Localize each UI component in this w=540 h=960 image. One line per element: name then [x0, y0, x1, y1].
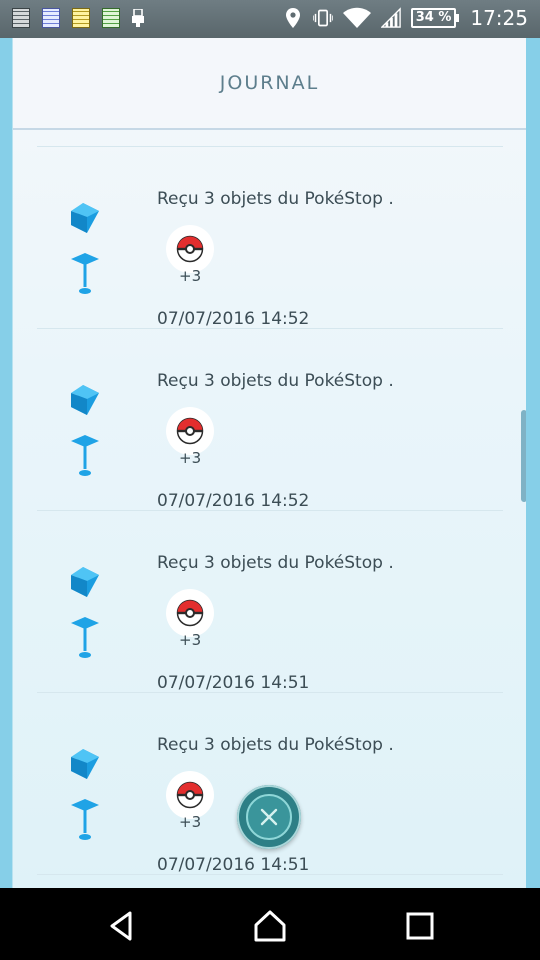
battery-indicator: 34 %: [410, 8, 459, 28]
notification-icons: [12, 8, 144, 28]
entry-message: Reçu 3 objets du PokéStop .: [157, 735, 394, 755]
notes-gray-icon: [12, 8, 30, 28]
list-divider: [37, 874, 503, 875]
item-badge: [166, 225, 214, 273]
item-count: +3: [179, 631, 202, 649]
item-badge: [166, 407, 214, 455]
item-count: +3: [179, 813, 202, 831]
journal-entry: Reçu 3 objets du PokéStop . +3 07/07/201…: [13, 329, 526, 511]
pokeball-icon: [176, 417, 204, 445]
journal-header: JOURNAL: [13, 38, 526, 130]
entry-message: Reçu 3 objets du PokéStop .: [157, 189, 394, 209]
item-count: +3: [179, 267, 202, 285]
signal-icon: [380, 7, 401, 28]
entry-date: 07/07/2016 14:52: [157, 309, 310, 329]
close-icon: [260, 808, 278, 826]
journal-entry: Reçu 3 objets du PokéStop . +3 07/07/201…: [13, 511, 526, 693]
cube-icon: [71, 567, 99, 597]
journal-panel: JOURNAL Reçu 3 objets du PokéStop . +3 0…: [12, 38, 526, 888]
close-button[interactable]: [237, 785, 301, 849]
navigation-bar: [0, 888, 540, 960]
entry-date: 07/07/2016 14:51: [157, 855, 310, 875]
system-status: 34 % 17:25: [283, 6, 528, 30]
home-icon[interactable]: [252, 908, 288, 944]
entry-message: Reçu 3 objets du PokéStop .: [157, 553, 394, 573]
vibrate-icon: [312, 9, 333, 27]
notes-green-icon: [102, 8, 120, 28]
cube-icon: [71, 385, 99, 415]
scrollbar[interactable]: [521, 410, 526, 502]
usb-icon: [132, 9, 144, 27]
wifi-icon: [342, 7, 371, 28]
clock: 17:25: [470, 6, 528, 30]
page-title: JOURNAL: [219, 72, 320, 94]
item-count: +3: [179, 449, 202, 467]
location-icon: [285, 8, 300, 28]
notes-yellow-icon: [72, 8, 90, 28]
cube-icon: [71, 203, 99, 233]
cube-icon: [71, 749, 99, 779]
pokeball-icon: [176, 235, 204, 263]
pokestop-icon: [71, 799, 99, 840]
recents-icon[interactable]: [402, 908, 438, 944]
item-badge: [166, 771, 214, 819]
item-badge: [166, 589, 214, 637]
entry-message: Reçu 3 objets du PokéStop .: [157, 371, 394, 391]
pokeball-icon: [176, 781, 204, 809]
pokeball-icon: [176, 599, 204, 627]
close-button-inner[interactable]: [246, 794, 292, 840]
pokestop-icon: [71, 435, 99, 476]
journal-list[interactable]: Reçu 3 objets du PokéStop . +3 07/07/201…: [13, 130, 526, 888]
pokestop-icon: [71, 253, 99, 294]
entry-date: 07/07/2016 14:52: [157, 491, 310, 511]
notes-blue-icon: [42, 8, 60, 28]
entry-date: 07/07/2016 14:51: [157, 673, 310, 693]
journal-entry: Reçu 3 objets du PokéStop . +3 07/07/201…: [13, 147, 526, 329]
pokestop-icon: [71, 617, 99, 658]
status-bar: 34 % 17:25: [0, 0, 540, 38]
back-icon[interactable]: [104, 908, 140, 944]
